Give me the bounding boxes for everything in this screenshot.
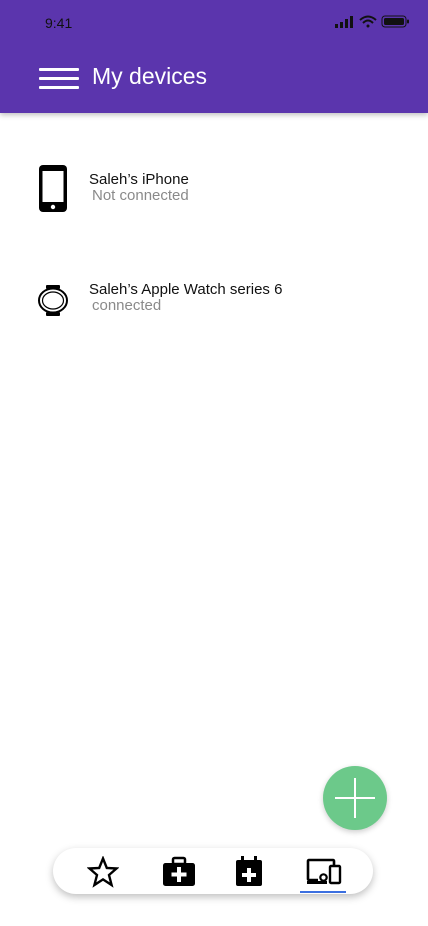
star-icon [87, 856, 119, 888]
nav-appointments[interactable] [227, 852, 271, 892]
cellular-signal-icon [335, 16, 353, 28]
device-name: Saleh’s iPhone [89, 171, 189, 188]
smartphone-icon [36, 162, 70, 214]
hamburger-menu-icon[interactable] [38, 66, 80, 94]
wifi-icon [359, 15, 377, 28]
active-tab-indicator [300, 891, 346, 893]
calendar-plus-icon [236, 856, 262, 886]
status-time: 9:41 [45, 15, 73, 31]
smartwatch-icon [36, 276, 70, 328]
devices-icon [306, 858, 342, 885]
nav-devices[interactable] [300, 852, 346, 892]
nav-favorites[interactable] [81, 852, 125, 892]
app-header: 9:41 My devices [0, 0, 428, 113]
bottom-nav [53, 848, 373, 894]
device-name: Saleh’s Apple Watch series 6 [89, 281, 283, 298]
battery-icon [381, 15, 409, 28]
device-item-apple-watch[interactable]: Saleh’s Apple Watch series 6 connected [30, 276, 390, 332]
medical-kit-icon [163, 856, 195, 886]
page-title: My devices [92, 63, 208, 89]
status-bar-icons [335, 14, 415, 30]
device-item-iphone[interactable]: Saleh’s iPhone Not connected [30, 162, 390, 218]
nav-medical[interactable] [156, 852, 200, 892]
device-status: Not connected [92, 187, 189, 204]
device-status: connected [92, 297, 162, 314]
add-device-button[interactable] [323, 766, 387, 830]
